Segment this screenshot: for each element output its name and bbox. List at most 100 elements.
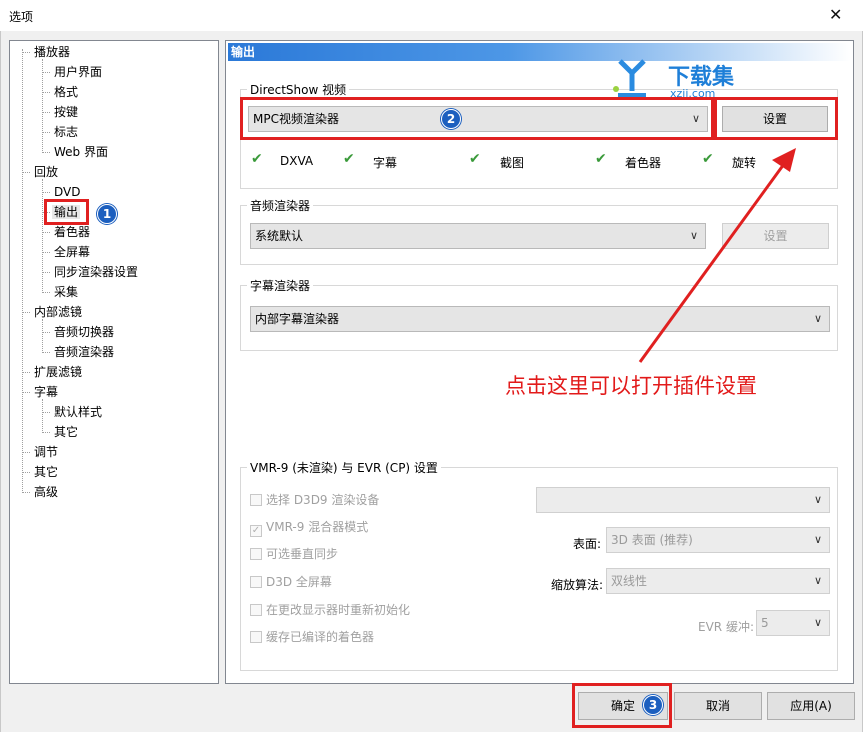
step-badge-2: 2 [441,109,461,129]
tree-item-label: 播放器 [34,45,71,59]
tree-item-label: 高级 [34,485,59,499]
close-icon[interactable]: ✕ [829,6,842,24]
title-bar: 选项 ✕ [0,0,863,31]
tree-item-label: 回放 [34,165,59,179]
tree-item-label: 其它 [54,425,79,439]
check-icon: ✔ [595,151,607,167]
subtitle-renderer-legend: 字幕渲染器 [250,279,311,293]
audio-renderer-legend: 音频渲染器 [250,199,311,213]
tree-item-label: 全屏幕 [54,245,91,259]
checkbox-box [250,576,262,588]
surface-value: 3D 表面 (推荐) [611,533,693,547]
tree-connector [42,72,50,73]
tree-item-label: 音频切换器 [54,325,115,339]
tree-item[interactable]: 音频切换器 [52,323,116,341]
annotation-text: 点击这里可以打开插件设置 [503,370,759,400]
tree-item[interactable]: 按键 [52,103,80,121]
feature-screenshot: 截图 [500,156,525,170]
tree-item[interactable]: 其它 [32,463,60,481]
checkbox-box [250,604,262,616]
tree-item-label: 其它 [34,465,59,479]
checkbox-vmr9-mixer[interactable]: ✓ VMR-9 混合器模式 [250,518,368,537]
tree-item-label: 格式 [54,85,79,99]
vmr-legend: VMR-9 (未渲染) 与 EVR (CP) 设置 [250,461,438,475]
checkbox-cache-shaders[interactable]: 缓存已编译的着色器 [250,628,374,646]
tree-item[interactable]: 回放 [32,163,60,181]
tree-connector [22,472,30,473]
directshow-legend: DirectShow 视频 [250,83,347,97]
check-icon: ✔ [469,151,481,167]
tree-connector [22,312,30,313]
tree-connector [22,172,30,173]
checkbox-label: 选择 D3D9 渲染设备 [266,493,380,507]
tree-item-label: 扩展滤镜 [34,365,83,379]
check-icon: ✔ [251,151,263,167]
checkbox-d3d-fullscreen[interactable]: D3D 全屏幕 [250,573,332,591]
chevron-down-icon: ∨ [813,493,822,506]
tree-connector [42,332,50,333]
tree-item[interactable]: 着色器 [52,223,92,241]
check-icon: ✔ [702,151,714,167]
tree-item[interactable]: 格式 [52,83,80,101]
tree-item[interactable]: 扩展滤镜 [32,363,84,381]
tree-item-label: 采集 [54,285,79,299]
tree-item-label: Web 界面 [54,145,108,159]
tree-item[interactable]: 高级 [32,483,60,501]
tree-item-label: 着色器 [54,225,91,239]
tree-item[interactable]: 采集 [52,283,80,301]
tree-connector [42,59,43,153]
tree-item-label: 按键 [54,105,79,119]
tree-connector [42,112,50,113]
tree-item[interactable]: 其它 [52,423,80,441]
resize-value: 双线性 [611,574,648,588]
checkbox-label: 在更改显示器时重新初始化 [266,603,411,617]
tree-connector [42,319,43,353]
tree-connector [42,399,43,433]
apply-button[interactable]: 应用(A) [767,692,855,720]
options-tree[interactable]: 播放器 用户界面 格式 按键 标志 Web 界面 回放 DVD 输出 着色器 全屏幕 同步渲染器设置采… [9,40,219,684]
tree-connector [42,152,50,153]
checkbox-box [250,631,262,643]
tree-connector [22,392,30,393]
tree-item[interactable]: Web 界面 [52,143,110,161]
tree-item[interactable]: 全屏幕 [52,243,92,261]
tree-item[interactable]: 默认样式 [52,403,104,421]
tree-item[interactable]: 调节 [32,443,60,461]
checkbox-reinit-display[interactable]: 在更改显示器时重新初始化 [250,601,410,619]
tree-item[interactable]: 标志 [52,123,80,141]
checkbox-d3d9-device[interactable]: 选择 D3D9 渲染设备 [250,491,379,509]
audio-renderer-select[interactable]: 系统默认 ∨ [250,223,706,249]
tree-connector [22,452,30,453]
checkbox-vsync[interactable]: 可选垂直同步 [250,545,338,563]
tree-item-label: 内部滤镜 [34,305,83,319]
chevron-down-icon: ∨ [813,312,822,325]
tree-item-label: 默认样式 [54,405,103,419]
feature-shader: 着色器 [625,156,662,170]
audio-settings-button[interactable]: 设置 [722,223,829,249]
tree-item[interactable]: 同步渲染器设置 [52,263,140,281]
tree-connector [42,292,50,293]
cancel-button[interactable]: 取消 [674,692,762,720]
subtitle-renderer-select[interactable]: 内部字幕渲染器 ∨ [250,306,830,332]
highlight-settings-button [714,97,838,140]
feature-subtitle: 字幕 [373,156,398,170]
d3d9-device-select[interactable]: ∨ [536,487,830,513]
tree-item[interactable]: 用户界面 [52,63,104,81]
tree-item-label: 音频渲染器 [54,345,115,359]
tree-connector [42,179,43,293]
evr-buffer-label: EVR 缓冲: [698,620,754,634]
resize-label: 缩放算法: [551,578,604,592]
checkmark-icon: ✓ [250,525,262,537]
evr-buffer-select[interactable]: 5 ∨ [756,610,830,636]
tree-item[interactable]: 内部滤镜 [32,303,84,321]
tree-item[interactable]: 音频渲染器 [52,343,116,361]
tree-item[interactable]: 播放器 [32,43,72,61]
checkbox-label: 缓存已编译的着色器 [266,630,375,644]
resize-select[interactable]: 双线性 ∨ [606,568,830,594]
subtitle-renderer-value: 内部字幕渲染器 [255,312,340,326]
tree-item[interactable]: 字幕 [32,383,60,401]
surface-select[interactable]: 3D 表面 (推荐) ∨ [606,527,830,553]
tree-item-label: 用户界面 [54,65,103,79]
chevron-down-icon: ∨ [813,533,822,546]
tree-connector [22,49,23,493]
